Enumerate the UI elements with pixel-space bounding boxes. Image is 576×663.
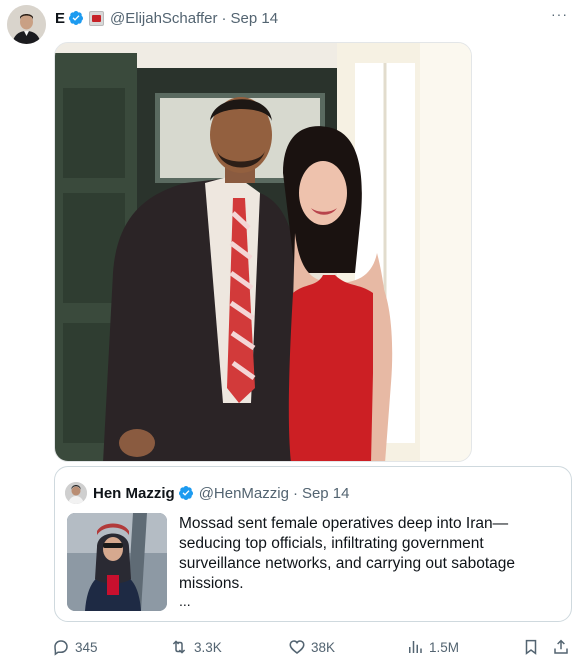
separator-dot: · bbox=[292, 484, 298, 502]
view-count: 1.5M bbox=[429, 639, 460, 655]
quoted-post-text: Mossad sent female operatives deep into … bbox=[179, 515, 516, 592]
author-avatar[interactable] bbox=[7, 5, 46, 44]
share-button[interactable] bbox=[552, 638, 575, 656]
repost-count: 3.3K bbox=[194, 639, 222, 655]
affiliate-badge-icon[interactable] bbox=[89, 10, 105, 26]
reply-icon bbox=[54, 640, 68, 656]
quoted-post-header: Hen Mazzig @HenMazzig · Sep 14 bbox=[65, 482, 350, 504]
bookmark-button[interactable] bbox=[522, 638, 545, 656]
post-date[interactable]: Sep 14 bbox=[231, 10, 279, 27]
author-display-name[interactable]: E bbox=[55, 10, 65, 27]
share-icon bbox=[554, 639, 568, 654]
separator-dot: · bbox=[221, 9, 227, 27]
repost-button[interactable]: 3.3K bbox=[169, 638, 222, 656]
post-photo[interactable] bbox=[54, 42, 472, 462]
verified-badge-icon bbox=[69, 11, 84, 25]
bookmark-icon bbox=[525, 639, 537, 655]
quoted-post[interactable]: Hen Mazzig @HenMazzig · Sep 14 Mossad se… bbox=[54, 466, 572, 622]
quoted-author-handle[interactable]: @HenMazzig bbox=[199, 485, 289, 502]
quoted-author-avatar[interactable] bbox=[65, 482, 87, 504]
post-actions-bar: 345 3.3K 38K 1.5M bbox=[52, 636, 572, 660]
heart-icon bbox=[289, 640, 305, 654]
reply-button[interactable]: 345 bbox=[52, 638, 98, 656]
quoted-post-date[interactable]: Sep 14 bbox=[302, 485, 350, 502]
quoted-post-thumbnail[interactable] bbox=[67, 513, 167, 611]
reply-count: 345 bbox=[75, 639, 98, 655]
more-options-button[interactable]: ··· bbox=[551, 6, 568, 22]
repost-icon bbox=[172, 640, 186, 654]
quoted-author-name[interactable]: Hen Mazzig bbox=[93, 485, 175, 502]
views-button[interactable]: 1.5M bbox=[406, 638, 459, 656]
verified-badge-icon bbox=[178, 486, 193, 500]
show-more-ellipsis[interactable]: ... bbox=[179, 593, 191, 609]
post-header: E @ElijahSchaffer · Sep 14 bbox=[55, 8, 566, 28]
like-count: 38K bbox=[311, 639, 336, 655]
views-chart-icon bbox=[409, 641, 422, 653]
like-button[interactable]: 38K bbox=[288, 638, 335, 656]
author-handle[interactable]: @ElijahSchaffer bbox=[110, 10, 218, 27]
